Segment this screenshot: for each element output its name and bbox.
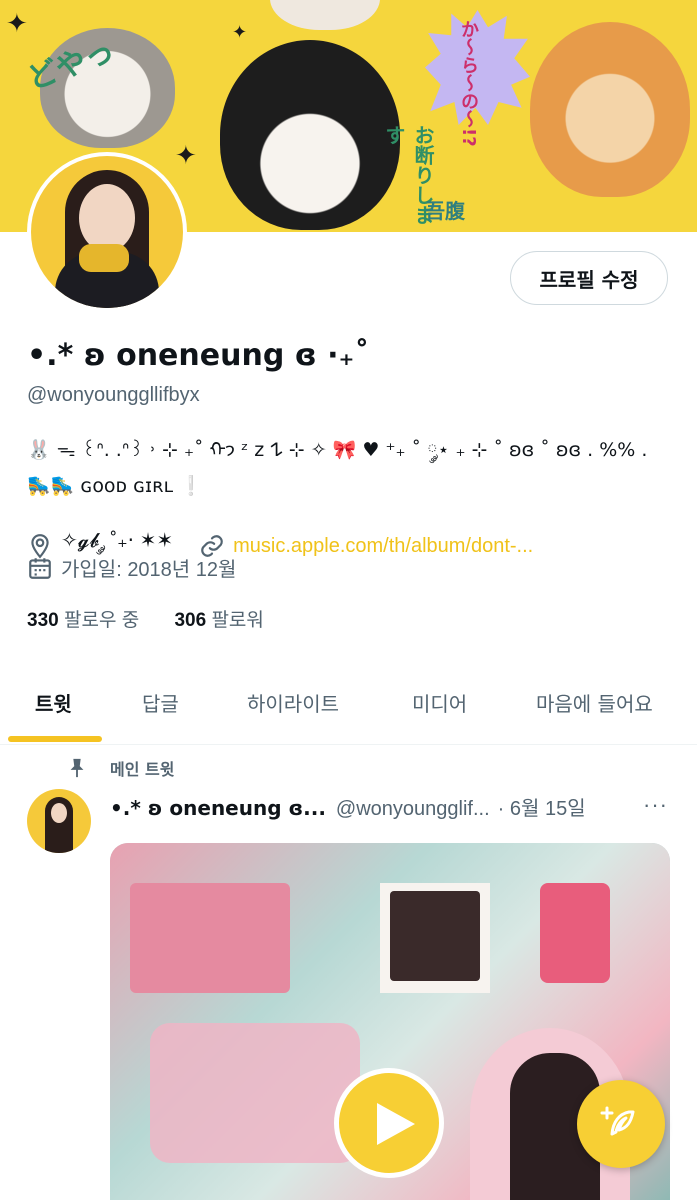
sparkle-icon: ✦	[175, 140, 197, 170]
sparkle-icon: ✦	[6, 8, 28, 38]
sparkle-icon: ✦	[232, 22, 248, 42]
cat-image	[270, 0, 380, 30]
following-count: 330	[27, 610, 59, 631]
avatar-image	[31, 156, 183, 308]
tweet-avatar[interactable]	[27, 789, 91, 853]
profile-bio: 🐰 ᯓ ꒰ᐢ. .ᐢ꒱ ˒ ⊹ ₊˚ ᡣ𐭩 ᶻ 𝗓 𐰁 ⊹ ✧ 🎀 ♥ ⁺₊ ˚…	[27, 439, 648, 497]
media-phone-graphic	[540, 883, 610, 983]
banner-text: か〜ら〜の〜!?	[458, 20, 479, 147]
followers-label: 팔로워	[211, 610, 264, 631]
pinned-label: 메인 트윗	[110, 760, 175, 779]
follow-stats: 330 팔로우 중 306 팔로워	[27, 605, 264, 632]
edit-profile-button[interactable]: 프로필 수정	[510, 251, 668, 305]
tab-media[interactable]: 미디어	[412, 688, 467, 717]
profile-joined-row: 가입일: 2018년 12월	[27, 553, 236, 582]
display-name: •.* ʚ oneneung ɞ ·₊˚	[27, 338, 370, 373]
profile-link[interactable]: music.apple.com/th/album/dont-...	[233, 535, 533, 558]
pinned-indicator: 메인 트윗	[66, 756, 174, 780]
active-tab-indicator	[8, 736, 102, 742]
media-photo	[390, 891, 480, 981]
tweet-header: •.* ʚ oneneung ɞ... @wonyoungglif... · 6…	[110, 792, 586, 821]
user-handle: @wonyounggllifbyx	[27, 384, 200, 406]
profile-avatar[interactable]	[27, 152, 187, 312]
tweet-author-handle[interactable]: @wonyoungglif...	[336, 798, 490, 821]
play-icon	[377, 1103, 415, 1145]
media-collage-piece	[130, 883, 290, 993]
cat-image	[220, 40, 400, 230]
play-button[interactable]	[334, 1068, 444, 1178]
avatar-face	[79, 184, 135, 252]
cat-image	[530, 22, 690, 197]
more-options-icon[interactable]: ···	[643, 792, 668, 818]
banner-text: 吾腹	[425, 199, 465, 223]
avatar-face	[51, 803, 67, 823]
followers-count: 306	[174, 610, 207, 631]
tab-likes[interactable]: 마음에 들어요	[536, 688, 653, 717]
pin-icon	[70, 758, 84, 778]
followers-link[interactable]: 306 팔로워	[174, 610, 263, 631]
profile-tabs: 트윗 답글 하이라이트 미디어 마음에 들어요	[0, 668, 697, 745]
tab-highlights[interactable]: 하이라이트	[247, 688, 339, 717]
compose-feather-icon	[600, 1106, 635, 1136]
avatar-hands	[79, 244, 129, 272]
tab-replies[interactable]: 답글	[142, 688, 179, 717]
profile-joined-date: 가입일: 2018년 12월	[61, 559, 237, 581]
compose-tweet-button[interactable]	[577, 1080, 665, 1168]
tweet-date[interactable]: · 6월 15일	[498, 792, 586, 821]
tab-tweets[interactable]: 트윗	[35, 688, 72, 717]
calendar-icon	[29, 557, 51, 579]
following-link[interactable]: 330 팔로우 중	[27, 610, 139, 631]
tweet-author-name[interactable]: •.* ʚ oneneung ɞ...	[110, 796, 326, 820]
following-label: 팔로우 중	[63, 610, 140, 631]
media-title-badge	[150, 1023, 360, 1163]
